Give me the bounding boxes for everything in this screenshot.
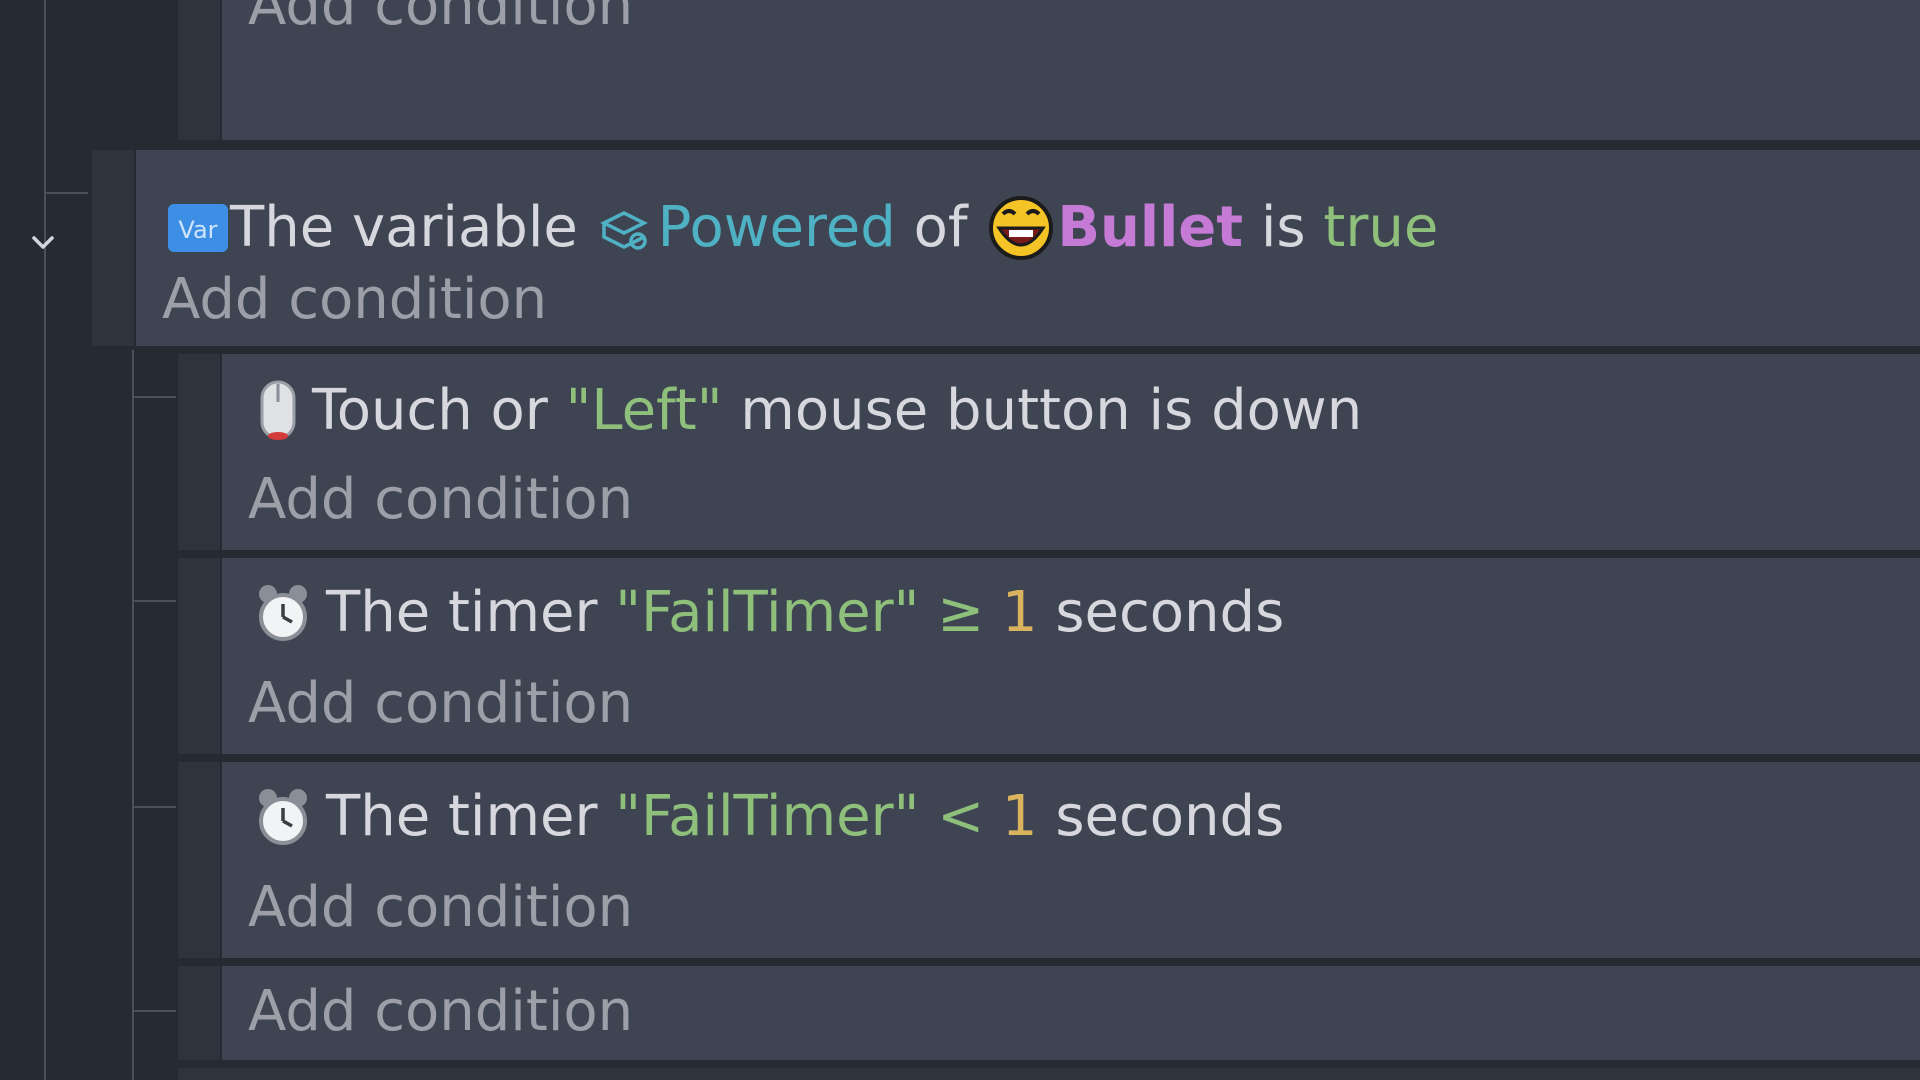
add-condition-button[interactable]: Add condition — [248, 880, 633, 936]
chevron-down-icon[interactable] — [28, 228, 58, 258]
sub-event-gutter-line — [132, 350, 134, 1080]
event-block-timer-lt[interactable]: The timer "FailTimer" < 1 seconds Add co… — [222, 762, 1920, 958]
gutter-line — [44, 0, 46, 1080]
event-block-top: Add condition — [222, 0, 1920, 140]
gutter-tick — [132, 396, 176, 398]
add-condition-button[interactable]: Add condition — [248, 472, 633, 528]
event-block-parent[interactable]: Var The variable Powered of Bullet is tr… — [136, 150, 1920, 346]
event-strip — [178, 354, 220, 550]
gutter-tick — [132, 1010, 176, 1012]
var-icon: Var — [166, 202, 230, 254]
event-strip — [92, 150, 134, 346]
add-condition-button[interactable]: Add condition — [248, 0, 633, 34]
event-strip — [178, 1068, 1920, 1080]
event-block-timer-ge[interactable]: The timer "FailTimer" ≥ 1 seconds Add co… — [222, 558, 1920, 754]
variable-icon — [596, 205, 652, 251]
condition-timer-ge[interactable]: The timer "FailTimer" ≥ 1 seconds — [254, 582, 1284, 644]
mouse-icon — [258, 378, 298, 444]
event-strip — [178, 0, 220, 140]
event-strip — [178, 762, 220, 958]
gutter-tick — [132, 806, 176, 808]
event-strip — [178, 966, 220, 1060]
gutter-tick — [44, 192, 88, 194]
condition-variable[interactable]: Var The variable Powered of Bullet is tr… — [166, 194, 1438, 262]
events-sheet: Add condition Var The variable Powered o… — [0, 0, 1920, 1080]
condition-timer-lt[interactable]: The timer "FailTimer" < 1 seconds — [254, 786, 1284, 848]
bullet-object-icon — [985, 194, 1057, 262]
event-block-empty[interactable]: Add condition — [222, 966, 1920, 1060]
add-condition-button[interactable]: Add condition — [162, 272, 547, 328]
svg-text:Var: Var — [178, 216, 217, 244]
event-block-mouse[interactable]: Touch or "Left" mouse button is down Add… — [222, 354, 1920, 550]
gutter-tick — [132, 600, 176, 602]
timer-icon — [254, 786, 312, 848]
timer-icon — [254, 582, 312, 644]
add-condition-button[interactable]: Add condition — [248, 984, 633, 1040]
add-condition-button[interactable]: Add condition — [248, 676, 633, 732]
event-strip — [178, 558, 220, 754]
condition-mouse-button[interactable]: Touch or "Left" mouse button is down — [258, 378, 1362, 444]
